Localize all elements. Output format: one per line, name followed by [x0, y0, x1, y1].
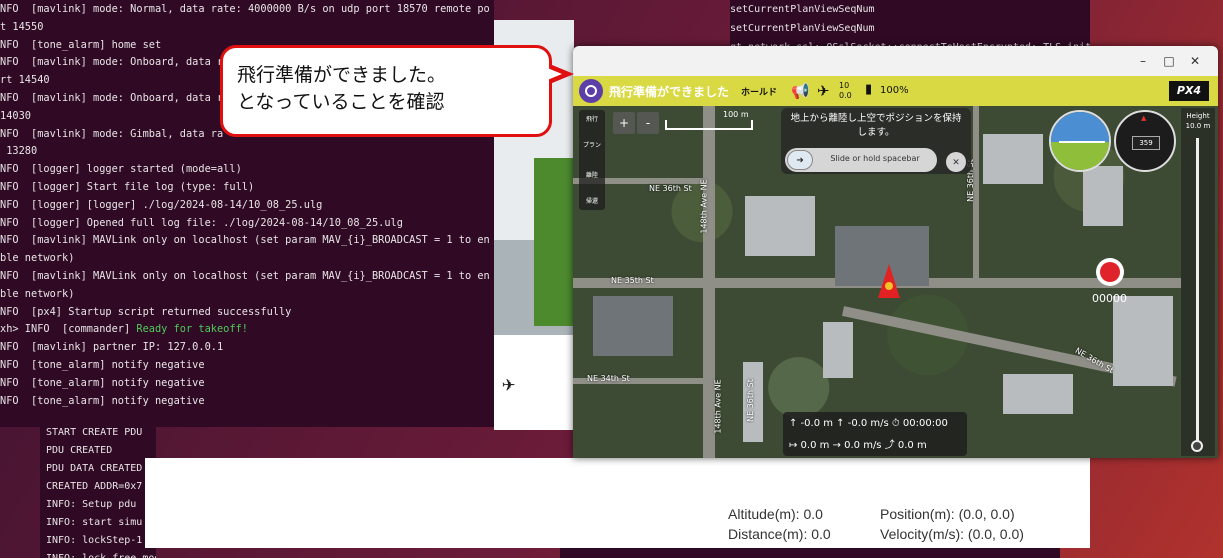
map-scale-label: 100 m — [723, 110, 749, 119]
road-label: 148th Ave NE — [713, 379, 723, 434]
close-button[interactable]: ✕ — [1185, 51, 1205, 71]
telemetry-row-1: ↑ -0.0 m ↑ -0.0 m/s ⏱ 00:00:00 — [789, 418, 948, 429]
terminal-line: PDU DATA CREATED — [46, 463, 143, 474]
terminal-line: NFO [logger] logger started (mode=all) — [0, 163, 242, 176]
building — [1113, 296, 1173, 386]
terminal-line: INFO: Setup pdu — [46, 499, 137, 510]
terminal-line: NFO [tone_alarm] notify negative — [0, 376, 205, 389]
callout-tail-inner — [540, 65, 562, 83]
qgc-toolbar: 飛行準備ができました ホールド 📢 ✈ 10 0.0 ▮ 100% PX4 — [573, 76, 1218, 106]
height-value: 10.0 m — [1185, 122, 1211, 130]
satellite-count: 10 — [839, 81, 850, 90]
terminal-line: setCurrentPlanViewSeqNum — [730, 23, 875, 34]
velocity-readout: Velocity(m/s): (0.0, 0.0) — [880, 526, 1024, 542]
telemetry-row-2: ↦ 0.0 m → 0.0 m/s ⤴ 0.0 m — [789, 440, 927, 451]
slider-label: Slide or hold spacebar — [830, 154, 920, 163]
terminal-line: 13280 — [0, 145, 38, 158]
zoom-out-button[interactable]: - — [637, 112, 659, 134]
building — [823, 322, 853, 378]
toolstrip-plan[interactable]: プラン — [579, 140, 605, 149]
height-label: Height — [1186, 112, 1210, 120]
terminal-line: NFO [mavlink] MAVLink only on localhost … — [0, 269, 490, 282]
toolstrip-fly[interactable]: 飛行 — [579, 114, 605, 123]
height-slider[interactable]: Height 10.0 m — [1181, 108, 1215, 456]
maximize-button[interactable]: □ — [1159, 51, 1179, 71]
terminal-line: NFO [tone_alarm] notify negative — [0, 394, 205, 407]
annotation-callout: 飛行準備ができました。 となっていることを確認 — [220, 45, 552, 137]
cancel-close-icon[interactable]: ✕ — [946, 152, 966, 172]
toolstrip-takeoff[interactable]: 離陸 — [579, 170, 605, 179]
road-label: NE 35th St — [611, 276, 654, 285]
terminal-line: NFO [logger] Opened full log file: ./log… — [0, 216, 403, 229]
window-titlebar[interactable]: – □ ✕ — [573, 46, 1218, 77]
terminal-line: NFO [logger] [logger] ./log/2024-08-14/1… — [0, 198, 323, 211]
building — [745, 196, 815, 256]
building — [1003, 374, 1073, 414]
hdop-value: 0.0 — [839, 91, 852, 100]
vehicle-status[interactable]: 飛行準備ができました — [609, 83, 729, 100]
terminal-hakoniwa[interactable]: START CREATE PDU PDU CREATED PDU DATA CREA… — [40, 424, 156, 558]
compass-indicator: ▲ 359 — [1114, 110, 1176, 172]
building — [1083, 166, 1123, 226]
road-label: NE 36th St — [649, 184, 692, 193]
terminal-line: NFO [tone_alarm] notify negative — [0, 358, 205, 371]
terminal-line: NFO [logger] Start file log (type: full) — [0, 180, 255, 193]
terminal-line: NFO [mavlink] partner IP: 127.0.0.1 — [0, 341, 224, 354]
minimize-button[interactable]: – — [1133, 51, 1153, 71]
terminal-line: NFO [px4] Startup script returned succes… — [0, 305, 292, 318]
record-button[interactable] — [1096, 258, 1124, 286]
north-marker-icon: ▲ — [1141, 114, 1147, 122]
terminal-line: INFO: start simu — [46, 517, 143, 528]
flight-map[interactable]: NE 36th St NE 35th St NE 36th St 148th A… — [573, 106, 1218, 458]
terminal-line: INFO: lockStep-1 — [46, 535, 143, 546]
px4-logo: PX4 — [1169, 81, 1209, 101]
terminal-line: ble network) — [0, 287, 75, 300]
road-label: NE 36th St — [745, 379, 755, 422]
attitude-indicator — [1049, 110, 1111, 172]
map-scale — [665, 120, 753, 130]
terminal-line: PDU CREATED — [46, 445, 113, 456]
height-knob[interactable] — [1191, 440, 1203, 452]
position-readout: Position(m): (0.0, 0.0) — [880, 506, 1015, 522]
building — [593, 296, 673, 356]
takeoff-message: 地上から離陸し上空でポジションを保持します。 — [790, 113, 962, 138]
terminal-line: setCurrentPlanViewSeqNum — [730, 4, 875, 15]
megaphone-icon[interactable]: 📢 — [791, 82, 810, 100]
vehicle-marker-icon[interactable] — [878, 264, 900, 298]
terminal-line: xh> INFO [commander] Ready for takeoff! — [0, 323, 248, 336]
terminal-line: ble network) — [0, 252, 75, 265]
road-label: NE 34th St — [587, 374, 630, 383]
flight-mode[interactable]: ホールド — [741, 85, 777, 98]
toolstrip-return[interactable]: 帰還 — [579, 196, 605, 205]
takeoff-confirm-panel: 地上から離陸し上空でポジションを保持します。 ➜ Slide or hold s… — [781, 108, 971, 174]
altitude-readout: Altitude(m): 0.0 — [728, 506, 823, 522]
qgc-logo-icon[interactable] — [579, 79, 603, 103]
slider-arrow-icon[interactable]: ➜ — [787, 150, 813, 170]
building — [983, 134, 1043, 184]
telemetry-panel: ↑ -0.0 m ↑ -0.0 m/s ⏱ 00:00:00 ↦ 0.0 m →… — [783, 412, 967, 456]
fly-toolstrip: 飛行 プラン 離陸 帰還 — [579, 110, 605, 210]
terminal-line: START CREATE PDU — [46, 427, 143, 438]
compass-heading: 359 — [1132, 136, 1160, 150]
terminal-line: NFO [mavlink] MAVLink only on localhost … — [0, 234, 490, 247]
qgroundcontrol-window[interactable]: – □ ✕ 飛行準備ができました ホールド 📢 ✈ 10 0.0 ▮ 100% … — [573, 46, 1218, 458]
drone-model-icon: ✈ — [502, 372, 516, 397]
battery-icon[interactable]: ▮ — [865, 82, 872, 97]
zoom-in-button[interactable]: + — [613, 112, 635, 134]
battery-percent: 100% — [880, 85, 909, 96]
distance-readout: Distance(m): 0.0 — [728, 526, 831, 542]
satellite-icon[interactable]: ✈ — [817, 82, 830, 100]
sim-info-panel: Altitude(m): 0.0 Position(m): (0.0, 0.0)… — [145, 458, 1090, 548]
record-time: 00000 — [1092, 292, 1127, 305]
road-label: 148th Ave NE — [699, 179, 709, 234]
takeoff-slider[interactable]: ➜ Slide or hold spacebar — [785, 148, 937, 172]
terminal-line: NFO [mavlink] mode: Normal, data rate: 4… — [0, 3, 490, 15]
terminal-line: INFO: lock free mode for all instance re… — [46, 550, 156, 558]
terminal-bottom-strip — [560, 548, 1060, 558]
callout-text: 飛行準備ができました。 となっていることを確認 — [237, 64, 447, 113]
terminal-line: t 14550 — [0, 20, 44, 33]
green-wall — [534, 158, 574, 326]
terminal-line: CREATED ADDR=0x7 — [46, 481, 143, 492]
